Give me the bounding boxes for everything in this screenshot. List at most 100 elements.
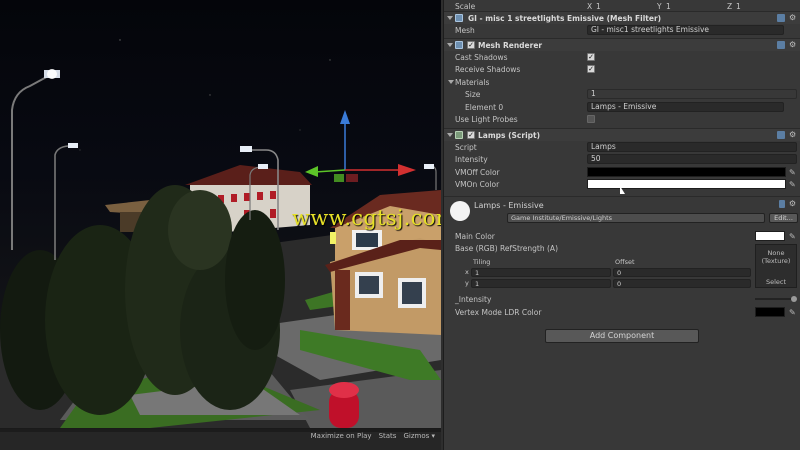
gear-icon[interactable]: ⚙ <box>789 200 796 208</box>
cast-shadows-label: Cast Shadows <box>455 52 508 62</box>
edit-shader-button[interactable]: Edit... <box>769 213 798 223</box>
scale-z-label: Z <box>727 1 733 11</box>
main-color-swatch[interactable] <box>755 231 785 241</box>
intensity-row: Intensity 50 <box>444 153 800 165</box>
mesh-renderer-enabled-checkbox[interactable]: ✓ <box>467 41 475 49</box>
vertex-color-label: Vertex Mode LDR Color <box>455 307 542 317</box>
mesh-renderer-title: Mesh Renderer <box>478 40 543 50</box>
add-component-button[interactable]: Add Component <box>545 329 699 343</box>
offset-label: Offset <box>615 258 635 266</box>
size-field[interactable]: 1 <box>587 89 797 99</box>
eyedropper-icon[interactable]: ✎ <box>789 168 796 177</box>
tiling-y-axis-label: y <box>465 279 469 287</box>
script-label: Script <box>455 142 477 152</box>
lamps-script-title: Lamps (Script) <box>478 130 541 140</box>
script-icon <box>455 131 463 139</box>
size-row: Size 1 <box>444 88 800 100</box>
divider <box>444 196 800 197</box>
mesh-field[interactable]: GI - misc1 streetlights Emissive <box>587 25 784 35</box>
scale-x-field[interactable]: 1 <box>596 2 601 11</box>
foldout-arrow-icon[interactable] <box>447 16 453 20</box>
gear-icon[interactable]: ⚙ <box>789 131 797 139</box>
intensity-slider-row: _Intensity <box>444 293 800 305</box>
intensity-field[interactable]: 50 <box>587 154 797 164</box>
vmoff-row: VMOff Color ✎ <box>444 166 800 178</box>
inspector-panel: Scale X 1 Y 1 Z 1 GI - misc 1 streetligh… <box>443 0 800 450</box>
receive-shadows-label: Receive Shadows <box>455 64 521 74</box>
eyedropper-icon[interactable]: ✎ <box>789 232 796 241</box>
base-texture-row: Base (RGB) RefStrength (A) <box>444 242 800 254</box>
script-row: Script Lamps <box>444 141 800 153</box>
scale-y-field[interactable]: 1 <box>666 2 671 11</box>
intensity-value: 50 <box>591 154 601 163</box>
base-texture-label: Base (RGB) RefStrength (A) <box>455 243 558 253</box>
size-value: 1 <box>591 89 596 98</box>
mouse-cursor-icon <box>620 186 625 194</box>
mesh-renderer-icon <box>455 41 463 49</box>
maximize-on-play-toggle[interactable]: Maximize on Play <box>311 432 372 440</box>
mesh-renderer-header[interactable]: ✓ Mesh Renderer ⚙ <box>444 38 800 51</box>
mesh-label: Mesh <box>455 25 475 35</box>
foldout-arrow-icon[interactable] <box>447 133 453 137</box>
light-probes-label: Use Light Probes <box>455 114 518 124</box>
help-icon[interactable] <box>777 41 785 49</box>
vmoff-color-swatch[interactable] <box>587 167 786 177</box>
eyedropper-icon[interactable]: ✎ <box>789 180 796 189</box>
scale-x-label: X <box>587 1 593 11</box>
size-label: Size <box>465 89 481 99</box>
lamps-enabled-checkbox[interactable]: ✓ <box>467 131 475 139</box>
mesh-filter-icon <box>455 14 463 22</box>
materials-label: Materials <box>455 77 490 87</box>
element0-row: Element 0 Lamps - Emissive <box>444 101 800 113</box>
chevron-down-icon: ▾ <box>431 432 435 440</box>
intensity-slider-handle[interactable] <box>791 296 797 302</box>
script-field[interactable]: Lamps <box>587 142 797 152</box>
foldout-arrow-icon[interactable] <box>448 80 454 84</box>
scale-z-field[interactable]: 1 <box>736 2 741 11</box>
scene-view[interactable]: www.cgtsj.com <box>0 0 441 428</box>
offset-x-field[interactable]: 0 <box>613 268 751 277</box>
help-icon[interactable] <box>777 131 785 139</box>
offset-y-field[interactable]: 0 <box>613 279 751 288</box>
element0-label: Element 0 <box>465 102 504 112</box>
mesh-filter-header[interactable]: GI - misc 1 streetlights Emissive (Mesh … <box>444 11 800 24</box>
gizmos-dropdown[interactable]: Gizmos ▾ <box>403 432 435 440</box>
scene-status-bar: Maximize on Play Stats Gizmos ▾ <box>0 428 441 450</box>
gear-icon[interactable]: ⚙ <box>789 14 797 22</box>
intensity-label: Intensity <box>455 154 488 164</box>
unity-editor: www.cgtsj.com Maximize on Play Stats Giz… <box>0 0 800 450</box>
eyedropper-icon[interactable]: ✎ <box>789 308 796 317</box>
help-icon[interactable] <box>779 200 785 208</box>
scale-label: Scale <box>455 1 476 11</box>
vmon-color-swatch[interactable] <box>587 179 786 189</box>
receive-shadows-checkbox[interactable]: ✓ <box>587 65 595 73</box>
tiling-y-field[interactable]: 1 <box>471 279 611 288</box>
shader-dropdown[interactable]: Game Institute/Emissive/Lights <box>507 213 765 223</box>
light-probes-checkbox[interactable]: ✓ <box>587 115 595 123</box>
vertex-color-row: Vertex Mode LDR Color ✎ <box>444 306 800 318</box>
material-preview-icon <box>450 201 470 221</box>
cast-shadows-checkbox[interactable]: ✓ <box>587 53 595 61</box>
main-color-row: Main Color ✎ <box>444 230 800 242</box>
stats-toggle[interactable]: Stats <box>379 432 397 440</box>
materials-row[interactable]: Materials <box>444 76 800 88</box>
offset-x-value: 0 <box>617 269 622 277</box>
shader-value: Game Institute/Emissive/Lights <box>511 214 613 222</box>
vertex-color-swatch[interactable] <box>755 307 785 317</box>
receive-shadows-row: Receive Shadows ✓ <box>444 63 800 75</box>
tiling-y-value: 1 <box>475 280 480 288</box>
mesh-row: Mesh GI - misc1 streetlights Emissive <box>444 24 800 36</box>
tiling-x-axis-label: x <box>465 268 469 276</box>
lamps-script-header[interactable]: ✓ Lamps (Script) ⚙ <box>444 128 800 141</box>
tiling-x-value: 1 <box>475 269 480 277</box>
gizmos-label: Gizmos <box>403 432 430 440</box>
mesh-value: GI - misc1 streetlights Emissive <box>591 25 710 34</box>
gear-icon[interactable]: ⚙ <box>789 41 797 49</box>
texture-slot[interactable]: None (Texture) Select <box>755 244 797 288</box>
vmoff-label: VMOff Color <box>455 167 500 177</box>
foldout-arrow-icon[interactable] <box>447 43 453 47</box>
texture-select-button[interactable]: Select <box>756 278 796 286</box>
tiling-x-field[interactable]: 1 <box>471 268 611 277</box>
element0-field[interactable]: Lamps - Emissive <box>587 102 784 112</box>
help-icon[interactable] <box>777 14 785 22</box>
